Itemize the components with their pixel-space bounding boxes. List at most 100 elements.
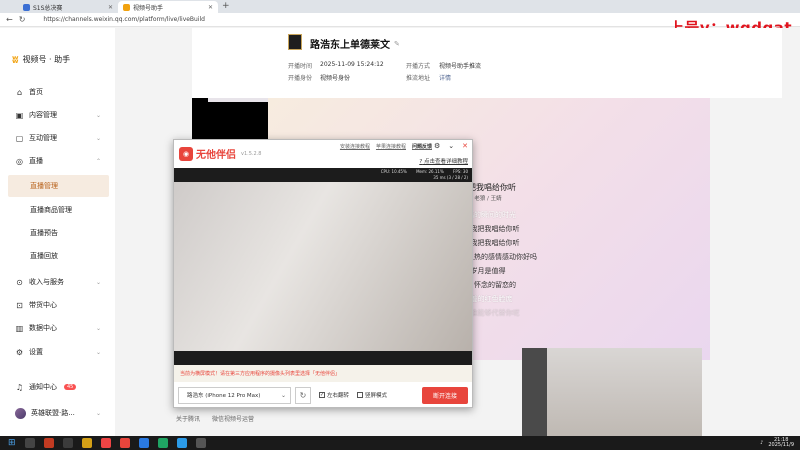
close-icon[interactable]: ✕ bbox=[108, 4, 113, 11]
url-input[interactable]: https://channels.weixin.qq.com/platform/… bbox=[43, 16, 205, 23]
app-icon[interactable] bbox=[138, 438, 149, 448]
device-select[interactable]: 路浩东 (iPhone 12 Pro Max) ⌄ bbox=[178, 386, 291, 404]
help-icon: ? bbox=[419, 159, 423, 165]
tutorial-text: 点击查看详细教程 bbox=[423, 159, 468, 165]
settings-icon[interactable]: ⚙ bbox=[434, 142, 440, 150]
wuta-app-icon[interactable] bbox=[119, 438, 130, 448]
tab-favicon-icon bbox=[23, 3, 30, 11]
clock-date: 2025/11/9 bbox=[768, 442, 794, 448]
method-label: 开播方式 bbox=[406, 63, 431, 70]
camera-app-icon: ◉ bbox=[179, 146, 193, 161]
taskbar-clock[interactable]: 21:18 2025/11/9 bbox=[768, 437, 794, 449]
chevron-up-icon: ⌃ bbox=[95, 157, 101, 165]
performance-stats: CPU: 10.45% Mem: 26.11% FPS: 30 35 ms (3… bbox=[373, 169, 468, 181]
sidebar-item-label: 带货中心 bbox=[29, 301, 57, 309]
footer-about-link[interactable]: 关于腾讯 bbox=[176, 414, 200, 423]
reload-icon[interactable]: ↻ bbox=[19, 15, 26, 24]
app-icon[interactable] bbox=[195, 438, 206, 448]
tool-links: 安装连接教程 苹果连接教程 问题反馈 bbox=[340, 143, 432, 150]
notification-count-badge: 45 bbox=[64, 384, 77, 390]
apple-tutorial-link[interactable]: 苹果连接教程 bbox=[376, 143, 406, 150]
edge-icon[interactable] bbox=[176, 438, 187, 448]
sidebar-item-live-replay[interactable]: 直播回放 bbox=[0, 245, 115, 267]
channels-logo-icon: ʬ bbox=[12, 53, 19, 66]
sidebar-item-content[interactable]: ▣ 内容管理 ⌄ bbox=[0, 104, 115, 126]
cpu-stat: CPU: 10.45% bbox=[380, 169, 407, 174]
chevron-down-icon: ⌄ bbox=[95, 324, 101, 332]
live-title-text: 路浩东上单德莱文 bbox=[310, 40, 390, 51]
speaker-icon[interactable]: ♪ bbox=[760, 440, 763, 446]
sidebar-item-label: 互动管理 bbox=[29, 134, 57, 142]
windows-start-icon[interactable]: ⊞ bbox=[8, 438, 16, 448]
tool-version: v1.5.2.8 bbox=[241, 150, 262, 157]
windows-taskbar: ⊞ ♪ 21:18 2025/11/9 bbox=[0, 436, 800, 450]
mirror-label: 左右翻转 bbox=[327, 393, 350, 399]
sidebar: ʬ 视频号 · 助手 ⌂ 首页 ▣ 内容管理 ⌄ ▢ 互动管理 ⌄ ◎ 直播 ⌃… bbox=[0, 28, 115, 436]
sidebar-item-live-manage[interactable]: 直播管理 bbox=[8, 175, 109, 197]
user-name: 英雄联盟·路... bbox=[31, 409, 75, 417]
tool-header: ◉ 无他伴侣 v1.5.2.8 安装连接教程 苹果连接教程 问题反馈 ⚙ ⌄ ✕… bbox=[174, 140, 472, 168]
sidebar-item-interact[interactable]: ▢ 互动管理 ⌄ bbox=[0, 127, 115, 149]
new-tab-icon[interactable]: + bbox=[222, 1, 230, 11]
sidebar-item-home[interactable]: ⌂ 首页 bbox=[0, 81, 115, 103]
sidebar-item-live-goods[interactable]: 直播商品管理 bbox=[0, 199, 115, 221]
app-icon[interactable] bbox=[81, 438, 92, 448]
sidebar-item-live[interactable]: ◎ 直播 ⌃ bbox=[0, 150, 115, 172]
wuta-companion-window: ◉ 无他伴侣 v1.5.2.8 安装连接教程 苹果连接教程 问题反馈 ⚙ ⌄ ✕… bbox=[173, 139, 473, 408]
sidebar-item-label: 数据中心 bbox=[29, 324, 57, 332]
detailed-tutorial-link[interactable]: ? 点击查看详细教程 bbox=[419, 157, 468, 165]
sidebar-item-shop[interactable]: ⊡ 带货中心 bbox=[0, 294, 115, 316]
sidebar-item-settings[interactable]: ⚙ 设置 ⌄ bbox=[0, 341, 115, 363]
bell-icon: ♫ bbox=[15, 382, 24, 392]
install-tutorial-link[interactable]: 安装连接教程 bbox=[340, 143, 370, 150]
live-cover-image bbox=[288, 34, 302, 50]
live-title: 路浩东上单德莱文 ✎ bbox=[310, 36, 400, 52]
system-tray: ♪ 21:18 2025/11/9 bbox=[760, 436, 794, 450]
footer-protocol-link[interactable]: 微信视频号运营 bbox=[212, 414, 254, 423]
brand-logo[interactable]: ʬ 视频号 · 助手 bbox=[12, 53, 70, 66]
app-icon[interactable] bbox=[100, 438, 111, 448]
mode-notice: 当前为横屏模式！请在第三方应用程序的摄像头列表里选择「无他伴侣」 bbox=[174, 365, 472, 382]
chevron-down-icon: ⌄ bbox=[95, 278, 101, 286]
close-icon[interactable]: ✕ bbox=[462, 142, 468, 150]
app-icon[interactable] bbox=[62, 438, 73, 448]
tool-name: 无他伴侣 bbox=[196, 150, 236, 161]
chevron-down-icon: ⌄ bbox=[95, 409, 101, 417]
income-icon: ⊙ bbox=[16, 277, 23, 287]
app-icon[interactable] bbox=[157, 438, 168, 448]
interact-icon: ▢ bbox=[15, 133, 24, 143]
start-time-value: 2025-11-09 15:24:12 bbox=[320, 61, 384, 68]
back-icon[interactable]: ← bbox=[6, 15, 13, 24]
feedback-link[interactable]: 问题反馈 bbox=[412, 143, 432, 150]
settings-icon: ⚙ bbox=[15, 347, 24, 357]
camera-preview bbox=[522, 348, 702, 436]
chevron-down-icon[interactable]: ⌄ bbox=[448, 142, 454, 150]
edit-icon[interactable]: ✎ bbox=[394, 40, 400, 48]
fps-stat: FPS: 30 bbox=[453, 169, 468, 174]
push-address-link[interactable]: 详情 bbox=[439, 73, 451, 82]
sidebar-item-label: 直播 bbox=[29, 157, 43, 165]
sidebar-item-label: 直播预告 bbox=[30, 229, 58, 237]
app-icon[interactable] bbox=[43, 438, 54, 448]
refresh-button[interactable]: ↻ bbox=[295, 386, 311, 404]
mirror-checkbox[interactable]: ✓ 左右翻转 bbox=[319, 391, 349, 399]
method-value: 视频号助手推流 bbox=[439, 63, 482, 70]
portrait-checkbox[interactable]: 竖屏模式 bbox=[357, 391, 387, 399]
sidebar-user[interactable]: 英雄联盟·路... ⌄ bbox=[0, 402, 115, 424]
sidebar-item-notifications[interactable]: ♫ 通知中心 45 bbox=[0, 376, 115, 398]
shop-icon: ⊡ bbox=[16, 300, 23, 310]
identity-label: 开播身份 bbox=[288, 75, 313, 82]
tab-label: S1S总决赛 bbox=[33, 4, 63, 12]
sidebar-item-label: 首页 bbox=[29, 88, 43, 96]
live-info-panel: 路浩东上单德莱文 ✎ 开播时间 2025-11-09 15:24:12 开播身份… bbox=[192, 28, 782, 98]
sidebar-item-income[interactable]: ⊙ 收入与服务 ⌄ bbox=[0, 271, 115, 293]
close-icon[interactable]: ✕ bbox=[208, 4, 213, 11]
search-icon[interactable] bbox=[24, 438, 35, 448]
start-time-label: 开播时间 bbox=[288, 63, 313, 70]
window-controls: ⚙ ⌄ ✕ bbox=[434, 142, 468, 150]
tab-s1s[interactable]: S1S总决赛 ✕ bbox=[18, 1, 118, 13]
disconnect-button[interactable]: 断开连接 bbox=[422, 386, 468, 404]
sidebar-item-live-preview[interactable]: 直播预告 bbox=[0, 222, 115, 244]
tab-channels-assistant[interactable]: 视频号助手 ✕ bbox=[118, 1, 218, 13]
sidebar-item-data[interactable]: ▥ 数据中心 ⌄ bbox=[0, 317, 115, 339]
